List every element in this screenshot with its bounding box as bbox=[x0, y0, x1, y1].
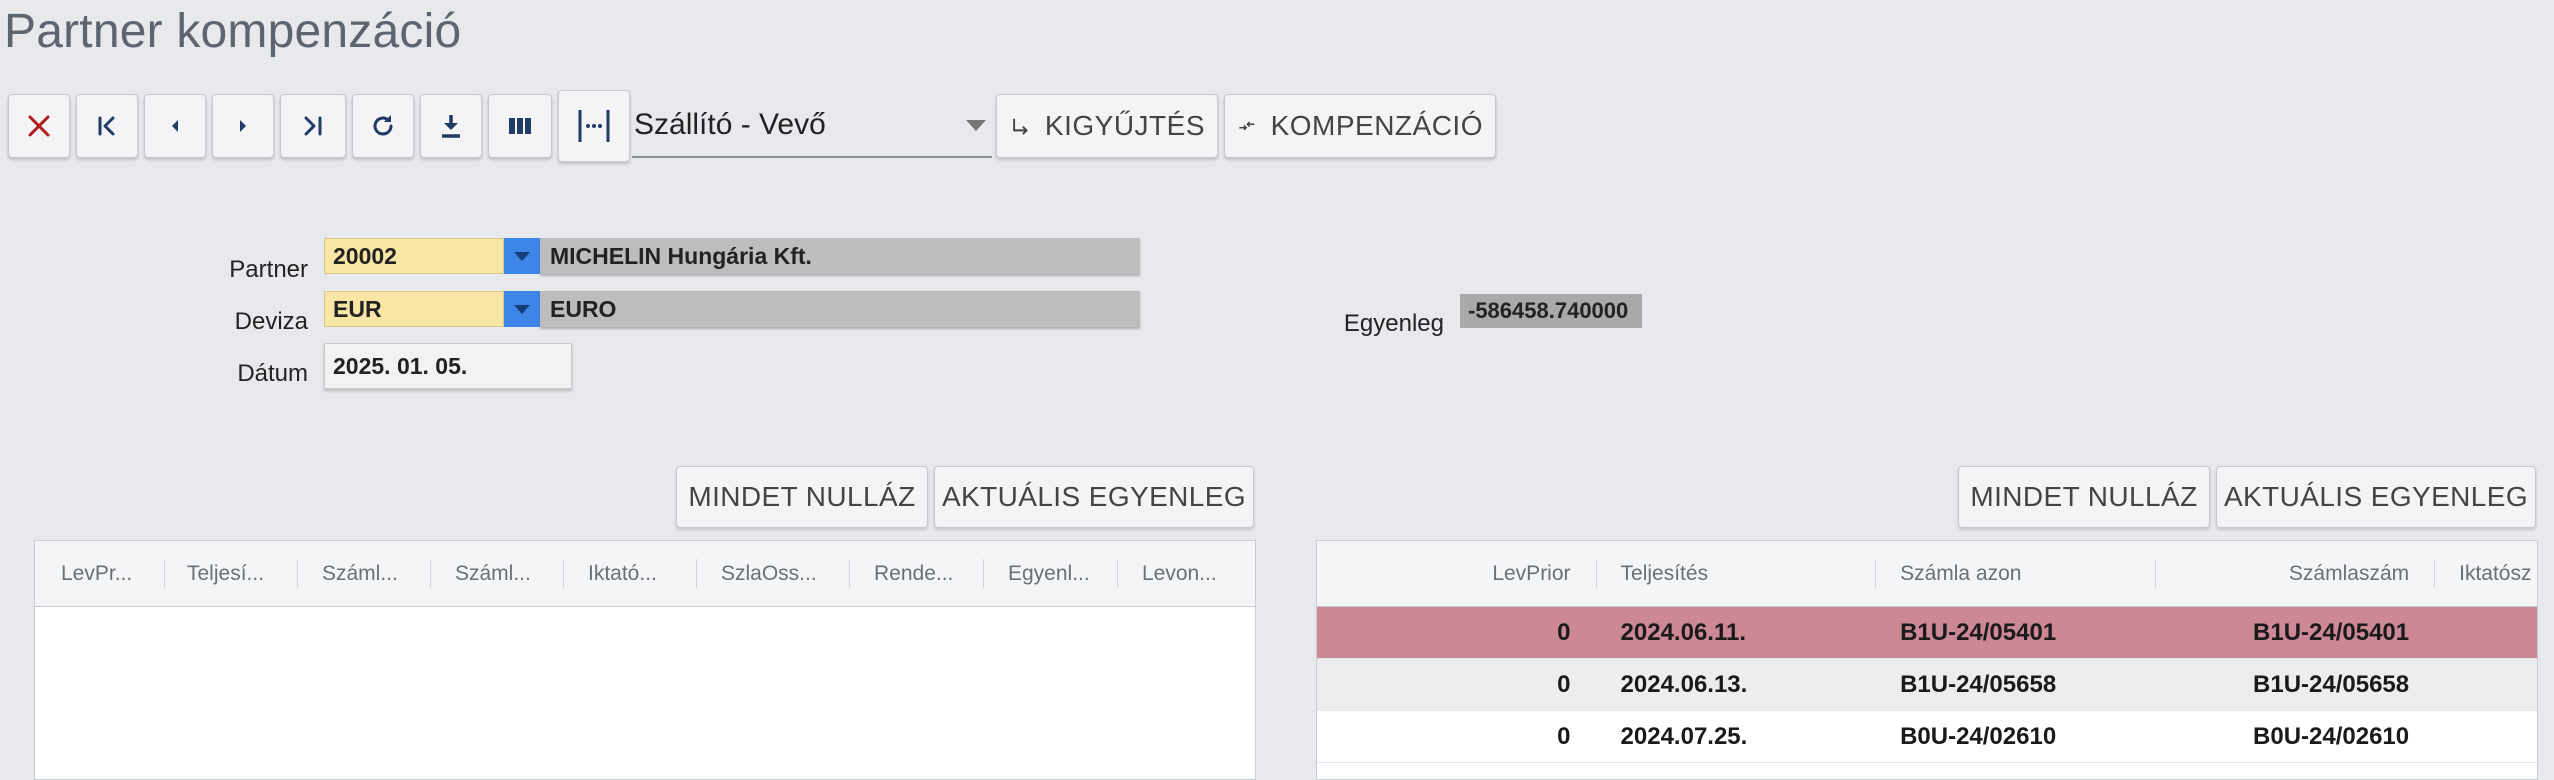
download-icon bbox=[442, 115, 460, 138]
collect-label: KIGYŰJTÉS bbox=[1044, 110, 1205, 141]
compensate-label: KOMPENZÁCIÓ bbox=[1270, 110, 1483, 141]
partner-code-field[interactable]: 20002 bbox=[324, 238, 504, 274]
cell-szamla-azon: B1U-24/05658 bbox=[1900, 670, 2057, 698]
column-header[interactable]: Iktatósz bbox=[2435, 541, 2537, 606]
table-row[interactable]: 0 2024.06.13. B1U-24/05658 B1U-24/05658 bbox=[1317, 659, 2537, 711]
collect-icon bbox=[1013, 118, 1028, 135]
fit-width-button[interactable] bbox=[558, 90, 630, 162]
fit-width-icon bbox=[578, 110, 610, 142]
cell-teljesites: 2024.07.25. bbox=[1620, 722, 1748, 750]
mode-select[interactable]: Szállító - Vevő bbox=[632, 94, 992, 158]
next-button[interactable] bbox=[212, 94, 274, 158]
columns-button[interactable] bbox=[488, 94, 552, 158]
cell-szamlaszam: B1U-24/05401 bbox=[2253, 618, 2410, 646]
prev-icon bbox=[172, 120, 178, 132]
table-row[interactable]: 0 2024.07.25. B0U-24/02610 B0U-24/02610 bbox=[1317, 711, 2537, 763]
right-grid-header: LevPrior Teljesítés Számla azon Számlasz… bbox=[1317, 541, 2537, 607]
cell-teljesites: 2024.06.13. bbox=[1620, 670, 1748, 698]
compensate-icon bbox=[1239, 121, 1255, 131]
column-header[interactable]: LevPr... bbox=[35, 541, 165, 606]
page-title: Partner kompenzáció bbox=[4, 5, 462, 58]
column-header[interactable]: Számla azon bbox=[1876, 541, 2156, 606]
cell-levprior: 0 bbox=[1557, 670, 1571, 698]
chevron-down-icon bbox=[514, 251, 530, 261]
last-page-button[interactable] bbox=[280, 94, 346, 158]
refresh-icon bbox=[373, 115, 393, 136]
cell-levprior: 0 bbox=[1557, 618, 1571, 646]
close-button[interactable] bbox=[8, 94, 70, 158]
partner-label: Partner bbox=[229, 256, 308, 283]
right-grid: LevPrior Teljesítés Számla azon Számlasz… bbox=[1316, 540, 2538, 780]
partner-dropdown-button[interactable] bbox=[504, 238, 540, 274]
download-button[interactable] bbox=[420, 94, 482, 158]
column-header[interactable]: SzlaOss... bbox=[697, 541, 850, 606]
column-header[interactable]: Levon... bbox=[1118, 541, 1255, 606]
collect-button[interactable]: KIGYŰJTÉS bbox=[996, 94, 1218, 158]
currency-code-field[interactable]: EUR bbox=[324, 291, 504, 327]
column-header[interactable]: Száml... bbox=[298, 541, 431, 606]
right-current-balance-button[interactable]: AKTUÁLIS EGYENLEG bbox=[2216, 466, 2536, 528]
first-page-icon bbox=[98, 116, 115, 136]
column-header[interactable]: Száml... bbox=[431, 541, 564, 606]
cell-szamlaszam: B0U-24/02610 bbox=[2253, 722, 2410, 750]
cell-szamlaszam: B1U-24/05658 bbox=[2253, 670, 2410, 698]
column-header[interactable]: Egyenl... bbox=[984, 541, 1118, 606]
cell-szamla-azon: B0U-24/02610 bbox=[1900, 722, 2057, 750]
column-header[interactable]: Teljesítés bbox=[1597, 541, 1877, 606]
chevron-down-icon bbox=[966, 120, 986, 131]
cell-iktatoszam bbox=[2435, 607, 2537, 658]
close-icon bbox=[28, 115, 50, 137]
compensate-button[interactable]: KOMPENZÁCIÓ bbox=[1224, 94, 1496, 158]
prev-button[interactable] bbox=[144, 94, 206, 158]
mode-select-value: Szállító - Vevő bbox=[634, 108, 826, 141]
column-header[interactable]: LevPrior bbox=[1317, 541, 1597, 606]
cell-teljesites: 2024.06.11. bbox=[1620, 618, 1746, 646]
left-reset-all-button[interactable]: MINDET NULLÁZ bbox=[676, 466, 928, 528]
first-page-button[interactable] bbox=[76, 94, 138, 158]
date-field[interactable]: 2025. 01. 05. bbox=[324, 343, 572, 389]
left-grid-header: LevPr... Teljesí... Száml... Száml... Ik… bbox=[35, 541, 1255, 607]
columns-icon bbox=[509, 118, 531, 134]
refresh-button[interactable] bbox=[352, 94, 414, 158]
chevron-down-icon bbox=[514, 304, 530, 314]
date-label: Dátum bbox=[237, 360, 308, 387]
table-row[interactable]: 0 2024.06.11. B1U-24/05401 B1U-24/05401 bbox=[1317, 607, 2537, 659]
next-icon bbox=[240, 120, 246, 132]
right-reset-all-button[interactable]: MINDET NULLÁZ bbox=[1958, 466, 2210, 528]
partner-name-field: MICHELIN Hungária Kft. bbox=[540, 238, 1140, 274]
currency-label: Deviza bbox=[234, 308, 308, 335]
cell-iktatoszam bbox=[2435, 711, 2537, 762]
last-page-icon bbox=[304, 116, 322, 136]
column-header[interactable]: Számlaszám bbox=[2156, 541, 2436, 606]
cell-iktatoszam bbox=[2435, 659, 2537, 710]
column-header[interactable]: Rende... bbox=[850, 541, 984, 606]
cell-levprior: 0 bbox=[1557, 722, 1571, 750]
left-current-balance-button[interactable]: AKTUÁLIS EGYENLEG bbox=[934, 466, 1254, 528]
balance-field: -586458.740000 bbox=[1460, 294, 1642, 328]
column-header[interactable]: Teljesí... bbox=[165, 541, 298, 606]
currency-name-field: EURO bbox=[540, 291, 1140, 327]
column-header[interactable]: Iktató... bbox=[564, 541, 697, 606]
left-grid: LevPr... Teljesí... Száml... Száml... Ik… bbox=[34, 540, 1256, 780]
cell-szamla-azon: B1U-24/05401 bbox=[1900, 618, 2057, 646]
currency-dropdown-button[interactable] bbox=[504, 291, 540, 327]
balance-label: Egyenleg bbox=[1343, 310, 1444, 337]
